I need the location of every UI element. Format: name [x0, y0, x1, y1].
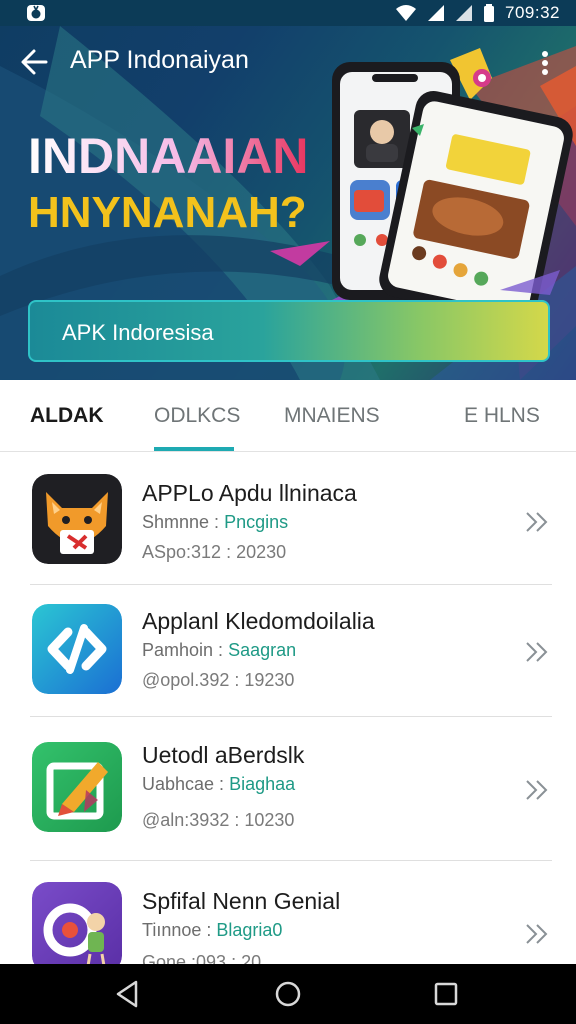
app-meta-label: Pamhoin :: [142, 640, 224, 660]
app-name: Applanl Kledomdoilalia: [142, 608, 375, 634]
back-arrow-icon[interactable]: [16, 42, 60, 82]
chevron-right-icon: [526, 512, 548, 532]
signal-icon: [428, 5, 444, 21]
app-name: Spfifal Nenn Genial: [142, 888, 341, 914]
app-name: Uetodl aBerdslk: [142, 742, 305, 768]
tab-e-hlns[interactable]: E HLNS: [464, 404, 540, 428]
app-name: APPLo Apdu llninaca: [142, 480, 357, 506]
list-item[interactable]: Uetodl aBerdslk Uabhcae : Biaghaa @aln:3…: [0, 738, 576, 870]
wifi-icon: [396, 5, 416, 21]
status-icons: 709:32: [395, 3, 560, 23]
hero-subheadline: HNYNANAH?: [28, 188, 307, 237]
battery-icon: [484, 4, 494, 22]
active-tab-indicator: [154, 447, 234, 451]
category-tabs: ALDAK ODLKCS MNAIENS E HLNS: [0, 380, 576, 452]
more-vert-icon[interactable]: [534, 46, 556, 80]
app-meta-label: Uabhcae :: [142, 774, 225, 794]
app-meta: Uabhcae : Biaghaa: [142, 774, 295, 795]
status-time: 709:32: [505, 3, 560, 22]
search-input-text: APK Indoresisa: [62, 320, 214, 345]
fox-icon: [32, 474, 122, 564]
chevron-right-icon: [526, 642, 548, 662]
chevron-right-icon: [526, 780, 548, 800]
app-meta-label: Tiınnoe :: [142, 920, 212, 940]
list-divider: [30, 716, 552, 717]
app-meta: Shmnne : Pncgins: [142, 512, 288, 533]
app-screen: 709:32 APP Indonaiyan INDNAAIAN HNYNANAH…: [0, 0, 576, 1024]
app-category: Saagran: [228, 640, 297, 660]
system-nav-bar: [0, 964, 576, 1024]
app-meta: Pamhoin : Saagran: [142, 640, 296, 661]
hero-headline: INDNAAIAN: [28, 128, 309, 184]
app-title: APP Indonaiyan: [70, 46, 249, 74]
tab-odlkcs[interactable]: ODLKCS: [154, 404, 240, 428]
list-divider: [30, 860, 552, 861]
character-icon: [32, 882, 122, 972]
app-list: APPLo Apdu llninaca Shmnne : Pncgins ASp…: [0, 452, 576, 972]
edit-icon: [32, 742, 122, 832]
app-meta: Tiınnoe : Blagria0: [142, 920, 282, 941]
signal-icon-2: [456, 5, 472, 21]
home-nav-icon[interactable]: [272, 978, 304, 1010]
app-info: @aln:3932 : 10230: [142, 810, 295, 830]
list-divider: [30, 584, 552, 585]
app-bar: APP Indonaiyan: [0, 26, 576, 96]
tab-mnaiens[interactable]: MNAIENS: [284, 404, 380, 428]
app-category: Biaghaa: [229, 774, 296, 794]
tab-aldak[interactable]: ALDAK: [30, 404, 104, 428]
app-category: Pncgins: [224, 512, 289, 532]
recents-nav-icon[interactable]: [430, 978, 462, 1010]
search-input[interactable]: APK Indoresisa: [28, 300, 550, 362]
app-category: Blagria0: [216, 920, 283, 940]
status-bar: 709:32: [0, 0, 576, 26]
back-nav-icon[interactable]: [112, 978, 144, 1010]
notification-app-icon: [27, 5, 45, 21]
app-meta-label: Shmnne :: [142, 512, 220, 532]
list-item[interactable]: Applanl Kledomdoilalia Pamhoin : Saagran…: [0, 602, 576, 734]
hero-banner: APP Indonaiyan INDNAAIAN HNYNANAH? APK I…: [0, 26, 576, 380]
chevron-right-icon: [526, 924, 548, 944]
app-info: ASpo:312 : 20230: [142, 542, 287, 562]
app-info: @opol.392 : 19230: [142, 670, 295, 690]
link-icon: [32, 604, 122, 694]
